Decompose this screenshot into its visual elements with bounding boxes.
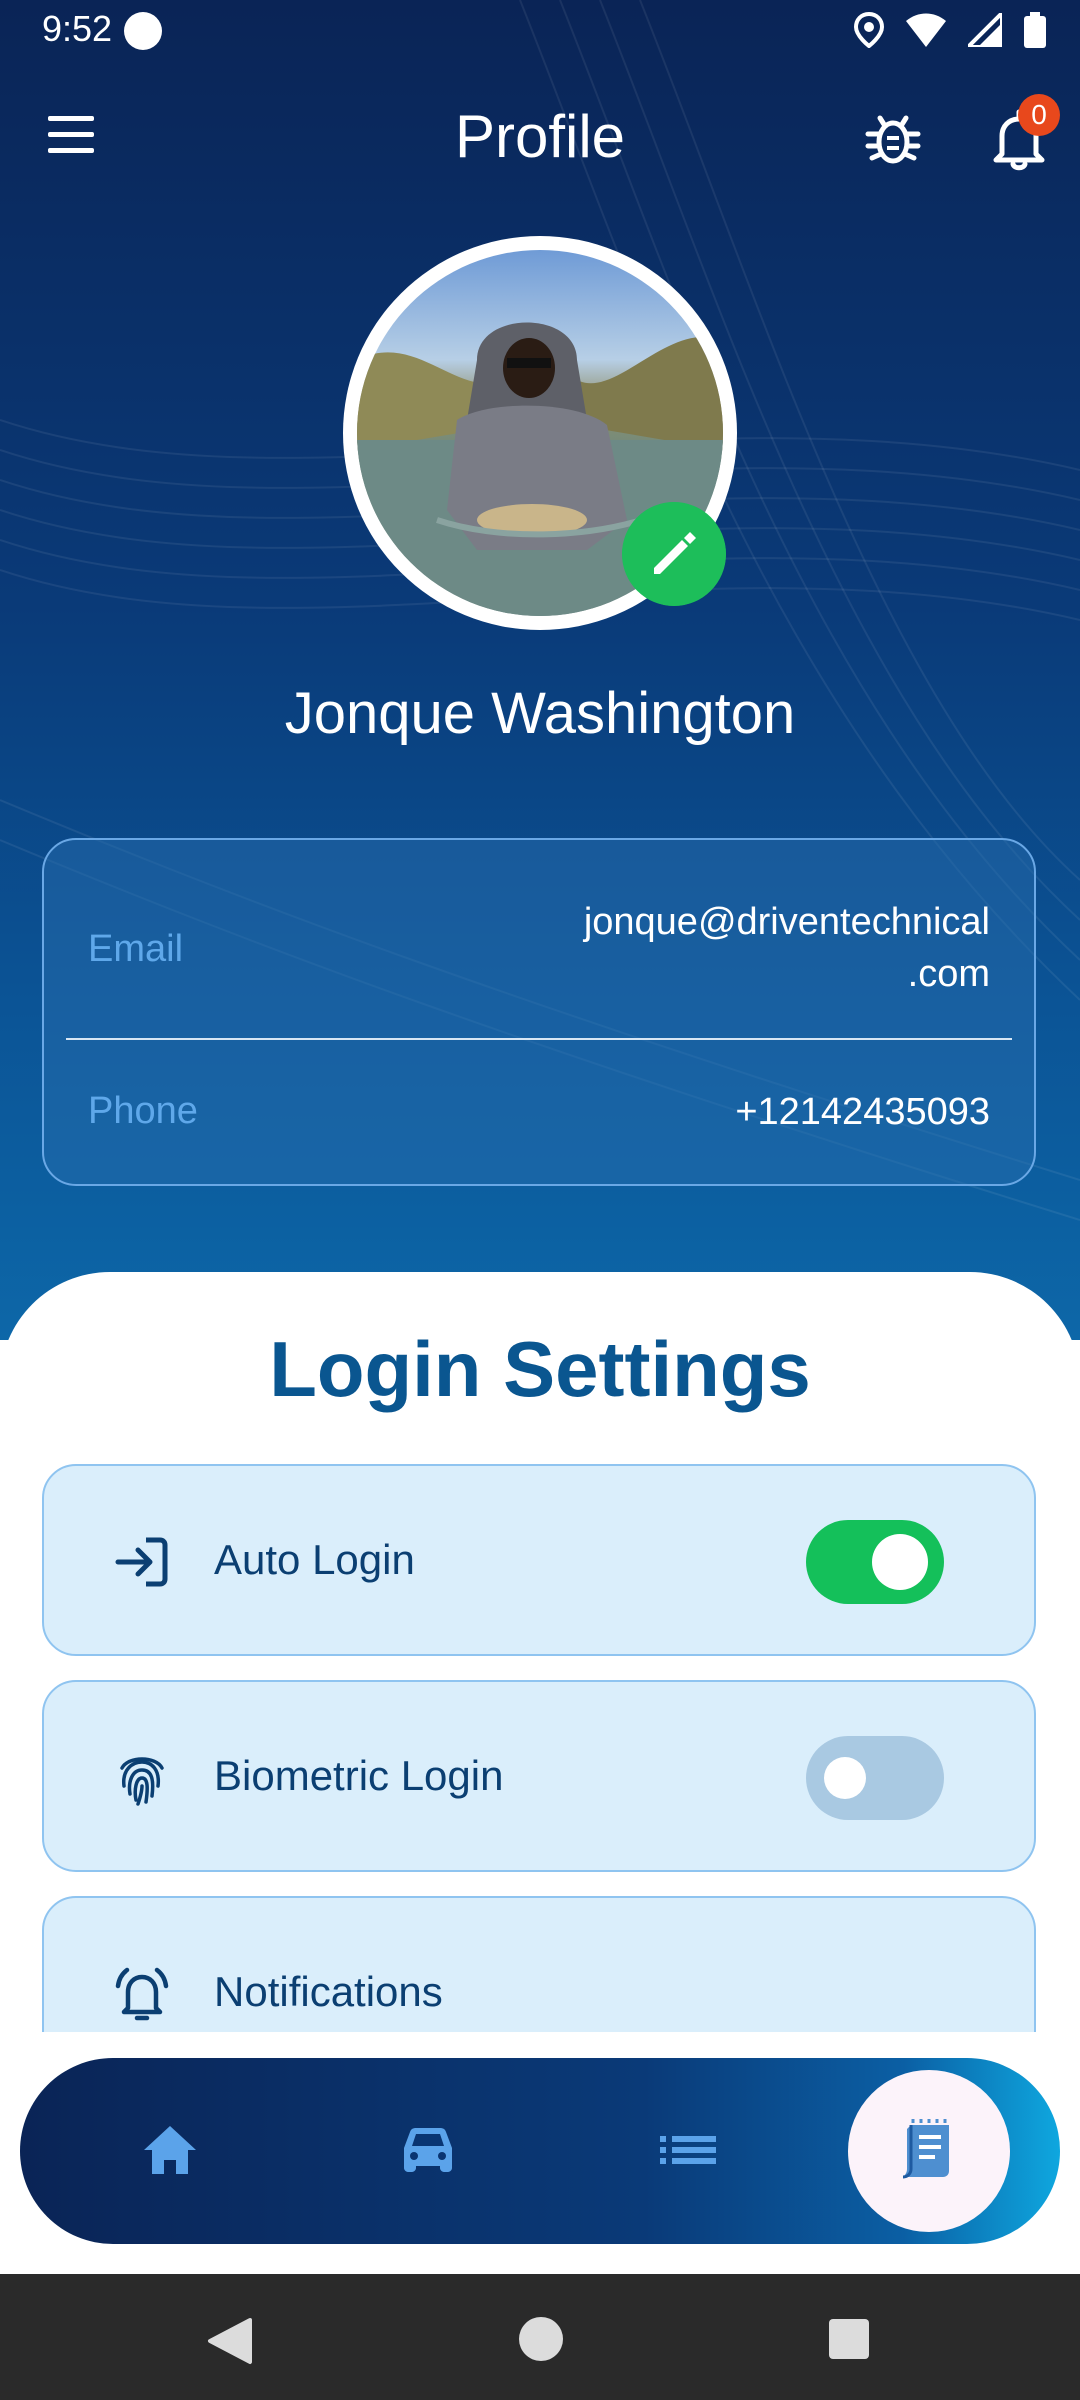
bell-ring-icon [115,1967,169,2021]
biometric-login-toggle[interactable] [806,1736,944,1820]
status-indicator-icon [124,12,162,50]
toggle-knob [872,1534,928,1590]
email-value: jonque@driventechnical .com [584,896,990,1000]
setting-row-notifications: Notifications [42,1896,1036,2032]
bug-report-icon[interactable] [858,104,928,174]
login-arrow-icon [115,1537,168,1587]
location-icon [854,12,884,48]
battery-icon [1024,12,1046,48]
car-icon[interactable] [388,2110,468,2190]
info-divider [66,1038,1012,1040]
setting-row-auto-login: Auto Login [42,1464,1036,1656]
login-settings-title: Login Settings [269,1325,811,1413]
login-settings-panel: Login Settings Auto Login Biometric Logi… [0,1272,1080,2032]
home-icon[interactable] [130,2110,210,2190]
biometric-login-label: Biometric Login [214,1752,504,1799]
auto-login-toggle[interactable] [806,1520,944,1604]
notifications-label: Notifications [214,1968,443,2015]
home-circle-icon[interactable] [518,2316,564,2362]
fingerprint-icon [120,1757,164,1806]
top-app-bar: Profile [0,80,1080,200]
setting-row-biometric-login: Biometric Login [42,1680,1036,1872]
status-icons [854,12,1046,48]
signal-icon [968,13,1002,47]
edit-photo-icon[interactable] [622,502,726,606]
status-time: 9:52 [42,8,113,49]
phone-value: +12142435093 [735,1091,990,1133]
toggle-knob [824,1757,866,1799]
email-label: Email [88,928,184,970]
back-icon[interactable] [206,2316,252,2366]
wifi-icon [906,13,946,47]
recents-icon[interactable] [828,2318,870,2360]
notification-count-badge: 0 [1018,94,1060,136]
contact-info-card: Email jonque@driventechnical .com Phone … [42,838,1036,1186]
user-name: Jonque Washington [284,681,796,746]
auto-login-label: Auto Login [214,1536,415,1583]
email-value-line1: jonque@driventechnical [583,901,990,943]
phone-label: Phone [88,1090,198,1132]
email-value-line2: .com [907,953,990,995]
document-icon[interactable] [889,2111,969,2191]
system-navigation-bar [0,2274,1080,2400]
status-bar: 9:52 [0,0,1080,64]
list-icon[interactable] [648,2110,728,2190]
